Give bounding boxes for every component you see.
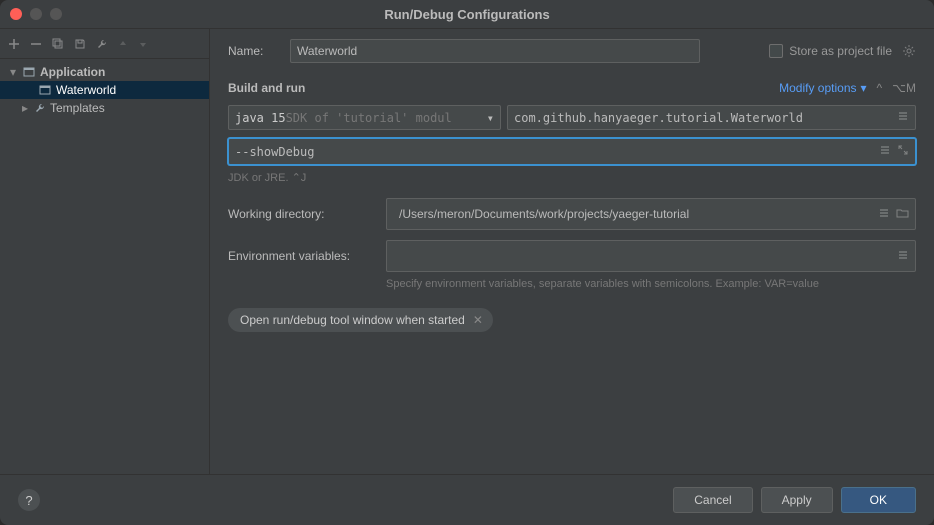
list-icon[interactable]: [897, 249, 909, 264]
env-variables-label: Environment variables:: [228, 249, 386, 263]
modify-options-link[interactable]: Modify options ▾ ^⌥M: [779, 81, 916, 95]
expand-icon[interactable]: [897, 144, 909, 159]
build-run-section-title: Build and run: [228, 81, 305, 95]
name-input[interactable]: [290, 39, 700, 63]
titlebar: Run/Debug Configurations: [0, 0, 934, 28]
tree-label: Templates: [50, 101, 105, 115]
tree-label: Application: [40, 65, 105, 79]
tree-label: Waterworld: [56, 83, 116, 97]
chevron-up-icon: ^: [877, 81, 883, 95]
config-tree: ▾ Application Waterworld ▸ Templates: [0, 59, 209, 474]
move-up-icon[interactable]: [118, 39, 128, 49]
window-title: Run/Debug Configurations: [0, 7, 934, 22]
window-controls: [10, 8, 62, 20]
chevron-down-icon: ▾: [8, 65, 18, 79]
sidebar-toolbar: [0, 29, 209, 59]
jdk-select[interactable]: java 15 SDK of 'tutorial' modul ▾: [228, 105, 501, 130]
main-class-input[interactable]: com.github.hanyaeger.tutorial.Waterworld: [507, 105, 916, 130]
env-variables-input[interactable]: [386, 240, 916, 272]
list-icon[interactable]: [878, 207, 890, 222]
name-label: Name:: [228, 44, 280, 58]
application-icon: [22, 65, 36, 79]
gear-icon[interactable]: [902, 44, 916, 58]
program-arguments-input[interactable]: --showDebug: [228, 138, 916, 165]
copy-icon[interactable]: [52, 38, 64, 50]
apply-button[interactable]: Apply: [761, 487, 833, 513]
sidebar: ▾ Application Waterworld ▸ Templates: [0, 29, 210, 474]
wrench-icon[interactable]: [96, 38, 108, 50]
folder-icon[interactable]: [896, 207, 909, 222]
run-debug-config-window: Run/Debug Configurations ▾ Application: [0, 0, 934, 525]
store-as-project-label: Store as project file: [789, 44, 892, 58]
chevron-right-icon: ▸: [20, 101, 30, 115]
chevron-down-icon: ▾: [861, 81, 867, 95]
store-as-project-checkbox[interactable]: [769, 44, 783, 58]
add-icon[interactable]: [8, 38, 20, 50]
env-hint: Specify environment variables, separate …: [386, 278, 916, 290]
wrench-icon: [34, 102, 46, 114]
working-directory-input[interactable]: [386, 198, 916, 230]
open-tool-window-chip[interactable]: Open run/debug tool window when started …: [228, 308, 493, 332]
ok-button[interactable]: OK: [841, 487, 916, 513]
tree-node-application[interactable]: ▾ Application: [0, 63, 209, 81]
help-button[interactable]: ?: [18, 489, 40, 511]
list-icon[interactable]: [879, 144, 891, 159]
close-window-icon[interactable]: [10, 8, 22, 20]
remove-icon[interactable]: [30, 38, 42, 50]
maximize-window-icon[interactable]: [50, 8, 62, 20]
tree-node-templates[interactable]: ▸ Templates: [0, 99, 209, 117]
tree-node-waterworld[interactable]: Waterworld: [0, 81, 209, 99]
dialog-body: ▾ Application Waterworld ▸ Templates Nam…: [0, 28, 934, 474]
dropdown-arrow-icon: ▾: [487, 111, 494, 125]
application-icon: [38, 83, 52, 97]
list-icon[interactable]: [897, 110, 909, 125]
cancel-button[interactable]: Cancel: [673, 487, 752, 513]
working-directory-label: Working directory:: [228, 207, 386, 221]
minimize-window-icon[interactable]: [30, 8, 42, 20]
save-icon[interactable]: [74, 38, 86, 50]
main-panel: Name: Store as project file Build and ru…: [210, 29, 934, 474]
move-down-icon[interactable]: [138, 39, 148, 49]
dialog-footer: ? Cancel Apply OK: [0, 474, 934, 525]
jdk-hint: JDK or JRE. ⌃J: [228, 171, 916, 184]
close-icon[interactable]: ✕: [473, 313, 483, 327]
